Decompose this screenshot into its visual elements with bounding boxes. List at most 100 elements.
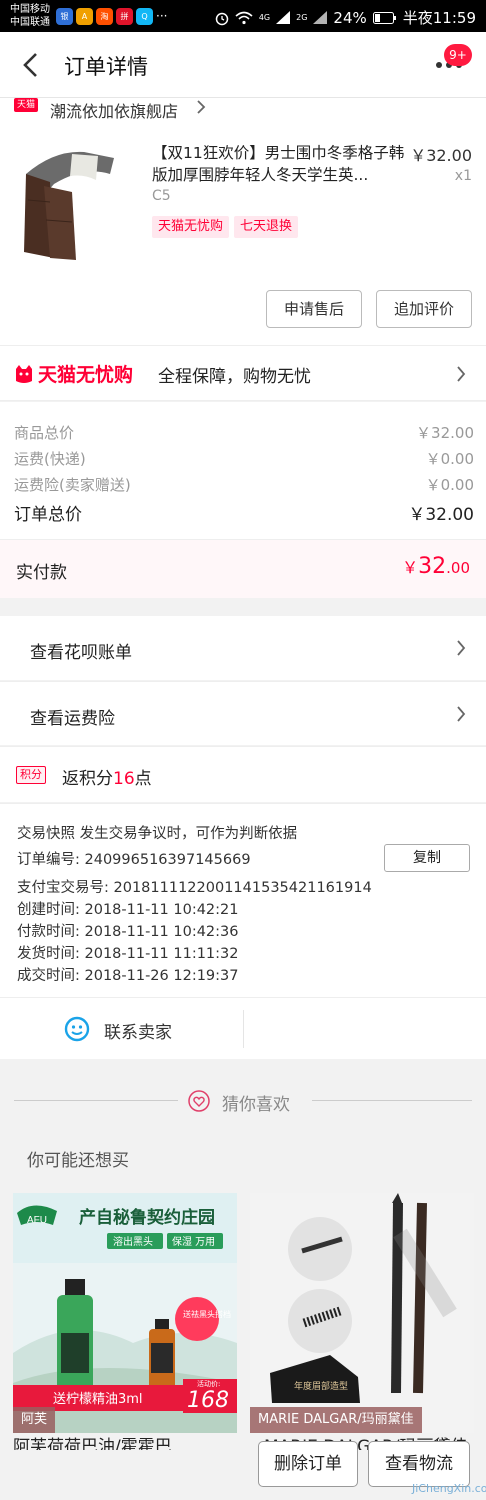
paid-int: 32 [418, 554, 447, 579]
carrier-2: 中国联通 [10, 17, 50, 28]
paid-time: 付款时间: 2018-11-11 10:42:36 [17, 924, 239, 940]
watermark: JiChengXin.com [412, 1482, 486, 1495]
brand-badge: AFU [27, 1215, 47, 1226]
price-value: ￥0.00 [425, 476, 474, 494]
product-sku: C5 [152, 188, 171, 204]
points-prefix: 返积分 [62, 769, 113, 789]
notification-icons: 银 A 淘 拼 Q ··· [56, 8, 167, 25]
rec-promo-price: 168 [187, 1388, 229, 1413]
signal-icon [276, 11, 291, 24]
also-buy-title: 你可能还想买 [27, 1151, 129, 1171]
recommend-card[interactable]: 年度眉部造型 MARIE DALGAR/玛丽黛佳 [250, 1193, 474, 1433]
recommend-card[interactable]: AFU 产自秘鲁契约庄园 溶出黑头 保湿 万用 送祛黑头搭档 送柠檬精油3ml … [13, 1193, 237, 1433]
message-count-badge: 9+ [444, 44, 472, 66]
shop-name[interactable]: 潮流依加依旗舰店 [50, 98, 178, 122]
rec-promo: 送柠檬精油3ml [53, 1392, 143, 1407]
guess-title: 猜你喜欢 [222, 1095, 290, 1115]
view-freight-insurance[interactable]: 查看运费险 [0, 681, 486, 745]
taobao-icon: 淘 [96, 8, 113, 25]
divider [312, 1100, 472, 1101]
qq-icon: Q [136, 8, 153, 25]
signal-2g-label: 2G [296, 13, 308, 22]
status-right: 4G 2G 24% 半夜11:59 [215, 7, 476, 28]
chevron-right-icon [457, 640, 466, 656]
paid-decimal: .00 [446, 559, 470, 577]
paid-currency: ￥ [402, 558, 419, 577]
price-value: ￥0.00 [425, 450, 474, 468]
points-number: 16 [113, 769, 135, 789]
contact-seller-row: 联系卖家 [0, 997, 486, 1059]
app-notification-icon: A [76, 8, 93, 25]
price-label: 商品总价 [14, 424, 75, 442]
price-row-total: 订单总价 ￥32.00 [14, 500, 474, 525]
created-time: 创建时间: 2018-11-11 10:42:21 [17, 902, 239, 918]
view-logistics-button[interactable]: 查看物流 [368, 1441, 470, 1487]
pinduoduo-icon: 拼 [116, 8, 133, 25]
price-summary: 商品总价 ￥32.00 运费(快递) ￥0.00 运费险(卖家赠送) ￥0.00… [0, 402, 486, 540]
rec-caption: 年度眉部造型 [294, 1380, 348, 1392]
divider [14, 1100, 178, 1101]
battery-percent: 24% [333, 8, 367, 27]
shipped-time: 发货时间: 2018-11-11 11:11:32 [17, 946, 239, 962]
guess-you-like-header: 猜你喜欢 [0, 1078, 486, 1124]
rec-title[interactable]: 阿芙荷荷巴油/霍霍巴 [13, 1432, 223, 1450]
add-review-button[interactable]: 追加评价 [376, 290, 472, 328]
rec-brand-label: 阿芙 [13, 1407, 56, 1433]
rec-headline: 产自秘鲁契约庄园 [79, 1207, 215, 1228]
product-image[interactable] [14, 140, 134, 260]
points-text: 返积分16点 [62, 764, 152, 789]
price-label: 运费险(卖家赠送) [14, 476, 131, 494]
transaction-info: 交易快照 发生交易争议时，可作为判断依据 订单编号: 2409965163971… [0, 803, 486, 997]
wifi-icon [235, 11, 253, 24]
completed-time: 成交时间: 2018-11-26 12:19:37 [17, 968, 239, 984]
guarantee-row[interactable]: 天猫无忧购 全程保障，购物无忧 [0, 345, 486, 401]
product-title[interactable]: 【双11狂欢价】男士围巾冬季格子韩版加厚围脖年轻人冬天学生英... [152, 142, 408, 186]
shop-row[interactable]: 天猫 潮流依加依旗舰店 [0, 98, 486, 134]
delete-order-button[interactable]: 删除订单 [258, 1441, 358, 1487]
product-price: ￥32.00 [410, 146, 472, 165]
guarantee-logo-text: 天猫无忧购 [38, 364, 134, 386]
tmall-logo: 天猫 [14, 98, 38, 112]
price-row-shipping: 运费(快递) ￥0.00 [14, 448, 474, 469]
carrier-info: 中国移动 中国联通 [10, 3, 50, 29]
contact-seller-button[interactable]: 联系卖家 [104, 1018, 172, 1043]
copy-order-number-button[interactable]: 复制 [384, 844, 470, 872]
battery-icon [372, 11, 396, 24]
chat-smile-icon[interactable] [64, 1016, 90, 1042]
more-notifications-icon: ··· [156, 9, 168, 23]
points-row: 积分 返积分16点 [0, 746, 486, 802]
price-value: ￥32.00 [416, 424, 474, 442]
chevron-right-icon [197, 100, 206, 114]
signal-4g-label: 4G [258, 13, 271, 22]
points-tag: 积分 [16, 766, 46, 784]
tag-seven-day-return: 七天退换 [234, 216, 299, 238]
guarantee-text: 全程保障，购物无忧 [158, 367, 311, 387]
rec-chip-2: 保湿 万用 [172, 1235, 215, 1248]
actual-payment-row: 实付款 ￥32.00 [0, 540, 486, 598]
product-quantity: x1 [454, 168, 472, 184]
paid-amount: ￥32.00 [402, 554, 470, 579]
chevron-right-icon [457, 366, 466, 382]
clock: 半夜11:59 [402, 9, 476, 27]
tmall-cat-icon [16, 364, 32, 383]
apply-after-sale-button[interactable]: 申请售后 [266, 290, 362, 328]
order-number: 订单编号: 240996516397145669 [17, 852, 251, 868]
link-huabei-label: 查看花呗账单 [30, 643, 132, 663]
alarm-icon [215, 12, 229, 25]
paid-label: 实付款 [16, 563, 67, 583]
nav-header: 订单详情 9+ [0, 32, 486, 98]
status-bar: 中国移动 中国联通 银 A 淘 拼 Q ··· 4G 2G 24% 半夜11:5… [0, 0, 486, 32]
points-suffix: 点 [134, 769, 152, 789]
rec-sticker: 送祛黑头搭档 [183, 1309, 231, 1319]
signal-icon-2 [313, 11, 328, 24]
divider [243, 1010, 244, 1048]
alipay-trade-number: 支付宝交易号: 2018111122001141535421161914 [17, 880, 372, 896]
page-title: 订单详情 [64, 55, 148, 79]
recommend-image: AFU 产自秘鲁契约庄园 溶出黑头 保湿 万用 送祛黑头搭档 送柠檬精油3ml … [13, 1193, 237, 1433]
rec-brand-label: MARIE DALGAR/玛丽黛佳 [250, 1407, 422, 1433]
heart-icon [188, 1090, 210, 1112]
trade-snapshot-link[interactable]: 交易快照 发生交易争议时，可作为判断依据 [17, 822, 297, 843]
back-arrow-icon[interactable] [20, 52, 44, 78]
tag-tmall-worry-free: 天猫无忧购 [152, 216, 230, 238]
view-huabei-bill[interactable]: 查看花呗账单 [0, 616, 486, 680]
